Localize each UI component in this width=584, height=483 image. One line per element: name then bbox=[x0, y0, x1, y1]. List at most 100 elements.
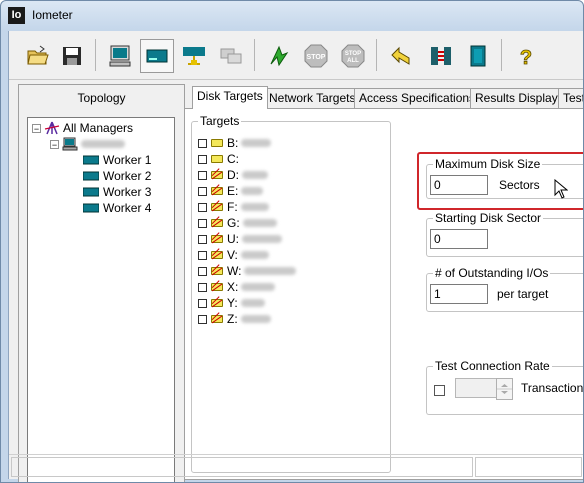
tab-test-setup[interactable]: Test bbox=[558, 88, 583, 108]
drive-target-row[interactable]: W: bbox=[198, 263, 297, 279]
unprepared-drive-icon bbox=[211, 251, 223, 259]
start-tests-button[interactable] bbox=[262, 39, 296, 73]
tree-node-worker[interactable]: Worker 2 bbox=[83, 168, 151, 184]
tree-node-manager[interactable]: − bbox=[50, 136, 125, 152]
drive-name-redacted bbox=[240, 315, 271, 323]
duplicate-worker-button[interactable] bbox=[214, 39, 248, 73]
all-managers-icon bbox=[44, 121, 60, 135]
drive-checkbox[interactable] bbox=[198, 186, 207, 196]
topology-title: Topology bbox=[77, 91, 126, 105]
drive-target-row[interactable]: X: bbox=[198, 279, 276, 295]
toolbar-separator bbox=[376, 39, 377, 71]
tab-disk-targets[interactable]: Disk Targets bbox=[192, 86, 268, 109]
outstanding-ios-input[interactable]: 1 bbox=[430, 284, 488, 304]
drive-target-row[interactable]: G: bbox=[198, 215, 277, 231]
transactions-unit: Transactions p bbox=[521, 381, 584, 395]
drive-name-redacted bbox=[240, 251, 269, 259]
disconnect-icon bbox=[431, 47, 451, 65]
stop-all-button[interactable]: STOP ALL bbox=[336, 39, 370, 73]
client-area: STOP STOP ALL ? Topology − All Managers … bbox=[8, 31, 584, 482]
topology-panel: Topology − All Managers − Worker 1 Worke… bbox=[18, 84, 185, 482]
drive-checkbox[interactable] bbox=[198, 202, 207, 212]
drive-checkbox[interactable] bbox=[198, 250, 207, 260]
topology-tree[interactable]: − All Managers − Worker 1 Worker 2 Worke… bbox=[27, 117, 175, 482]
drive-name-redacted bbox=[240, 203, 269, 211]
help-icon: ? bbox=[519, 47, 532, 68]
collapse-toggle[interactable]: − bbox=[50, 139, 59, 149]
start-network-worker-button[interactable] bbox=[177, 39, 211, 73]
drive-checkbox[interactable] bbox=[198, 154, 207, 164]
drive-checkbox[interactable] bbox=[198, 234, 207, 244]
disk-worker-icon bbox=[83, 203, 99, 213]
starting-disk-sector-input[interactable]: 0 bbox=[430, 229, 488, 249]
status-bar bbox=[9, 454, 583, 480]
worker-label: Worker 1 bbox=[103, 153, 152, 167]
drive-target-row[interactable]: F: bbox=[198, 199, 269, 215]
unprepared-drive-icon bbox=[211, 283, 223, 291]
tab-access-specifications[interactable]: Access Specifications bbox=[354, 88, 481, 108]
help-button[interactable]: ? bbox=[509, 39, 543, 73]
computer-icon bbox=[62, 137, 78, 151]
drive-checkbox[interactable] bbox=[198, 218, 207, 228]
drive-checkbox[interactable] bbox=[198, 282, 207, 292]
transactions-spinner[interactable] bbox=[496, 378, 513, 400]
drive-target-row[interactable]: D: bbox=[198, 167, 268, 183]
save-button[interactable] bbox=[55, 39, 89, 73]
tree-node-worker[interactable]: Worker 1 bbox=[83, 152, 151, 168]
drive-letter: Z: bbox=[227, 312, 238, 326]
tree-node-worker[interactable]: Worker 4 bbox=[83, 200, 151, 216]
toolbar-separator bbox=[95, 39, 96, 71]
tab-network-targets[interactable]: Network Targets bbox=[264, 88, 361, 108]
tree-node-all-managers[interactable]: − All Managers bbox=[32, 120, 133, 136]
drive-checkbox[interactable] bbox=[198, 298, 207, 308]
stop-button[interactable]: STOP bbox=[299, 39, 333, 73]
reset-button[interactable] bbox=[384, 39, 418, 73]
unprepared-drive-icon bbox=[211, 171, 223, 179]
open-button[interactable] bbox=[21, 39, 55, 73]
test-connection-rate-checkbox[interactable] bbox=[434, 385, 445, 396]
status-pane-secondary bbox=[475, 457, 582, 477]
worker-label: Worker 4 bbox=[103, 201, 152, 215]
exit-icon bbox=[470, 45, 486, 67]
collapse-toggle[interactable]: − bbox=[32, 123, 41, 133]
drive-letter: Y: bbox=[227, 296, 238, 310]
drive-letter: F: bbox=[227, 200, 238, 214]
drive-target-row[interactable]: B: bbox=[198, 135, 272, 151]
disconnect-button[interactable] bbox=[424, 39, 458, 73]
disk-worker-icon bbox=[83, 155, 99, 165]
stop-icon: STOP bbox=[304, 44, 328, 68]
transactions-input[interactable] bbox=[455, 378, 497, 398]
drive-letter: U: bbox=[227, 232, 239, 246]
targets-legend: Targets bbox=[200, 114, 240, 128]
reset-icon bbox=[391, 46, 410, 65]
unprepared-drive-icon bbox=[211, 235, 223, 243]
unprepared-drive-icon bbox=[211, 203, 223, 211]
drive-checkbox[interactable] bbox=[198, 170, 207, 180]
drive-checkbox[interactable] bbox=[198, 138, 207, 148]
drive-target-row[interactable]: V: bbox=[198, 247, 269, 263]
title-bar[interactable]: Io Iometer bbox=[1, 1, 583, 31]
drive-letter: W: bbox=[227, 264, 242, 278]
drive-target-row[interactable]: U: bbox=[198, 231, 282, 247]
drive-target-row[interactable]: Y: bbox=[198, 295, 265, 311]
tree-node-worker[interactable]: Worker 3 bbox=[83, 184, 151, 200]
drive-name-redacted bbox=[241, 187, 264, 195]
drive-target-row[interactable]: Z: bbox=[198, 311, 271, 327]
drive-target-row[interactable]: E: bbox=[198, 183, 264, 199]
exit-button[interactable] bbox=[461, 39, 495, 73]
drive-checkbox[interactable] bbox=[198, 266, 207, 276]
svg-text:?: ? bbox=[520, 47, 532, 68]
tab-results-display[interactable]: Results Display bbox=[470, 88, 563, 108]
drive-letter: X: bbox=[227, 280, 239, 294]
drive-letter: E: bbox=[227, 184, 239, 198]
start-tests-icon bbox=[270, 45, 289, 67]
manager-name-redacted bbox=[81, 140, 125, 148]
window-title: Iometer bbox=[32, 8, 73, 22]
drive-letter: B: bbox=[227, 136, 239, 150]
toolbar-separator bbox=[254, 39, 255, 71]
drive-target-row[interactable]: C: bbox=[198, 151, 242, 167]
open-icon bbox=[27, 45, 49, 65]
drive-checkbox[interactable] bbox=[198, 314, 207, 324]
start-new-manager-button[interactable] bbox=[103, 39, 137, 73]
start-disk-worker-button[interactable] bbox=[140, 39, 174, 73]
